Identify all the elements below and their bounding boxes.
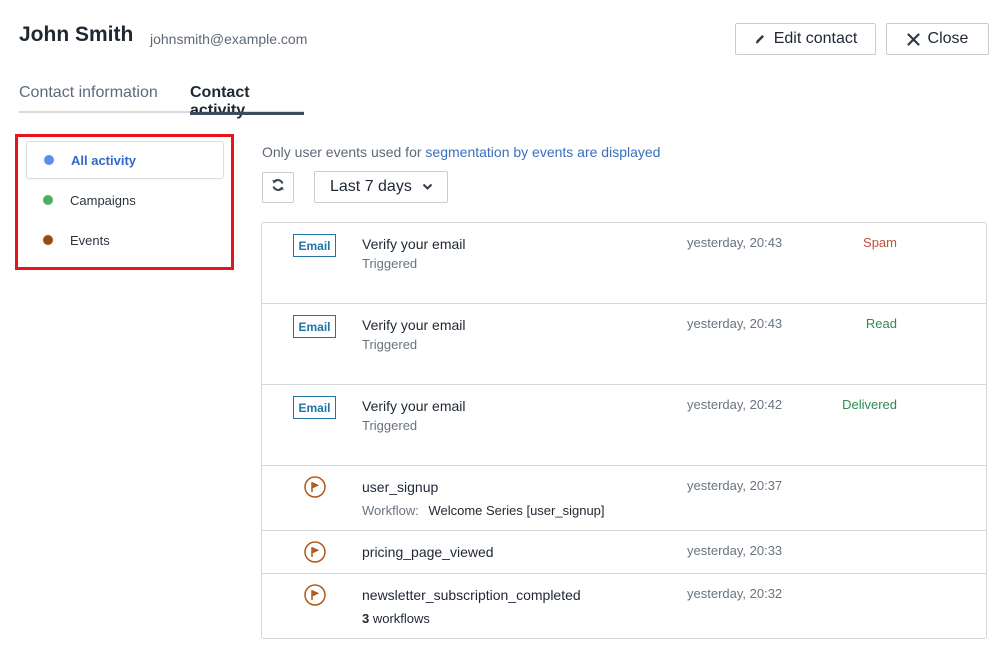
activity-subtitle: Triggered [362, 418, 418, 433]
pencil-icon [754, 33, 766, 45]
activity-row[interactable]: user_signup Workflow: Welcome Series [us… [262, 466, 986, 531]
activity-title: Verify your email [362, 236, 466, 252]
events-dot-icon [43, 235, 53, 245]
activity-title: Verify your email [362, 317, 466, 333]
refresh-button[interactable] [262, 172, 294, 203]
activity-row[interactable]: Email Verify your email Triggered yester… [262, 223, 986, 304]
activity-title: newsletter_subscription_completed [362, 587, 581, 603]
activity-time: yesterday, 20:43 [687, 316, 783, 331]
chevron-down-icon [422, 178, 433, 196]
activity-time: yesterday, 20:43 [687, 235, 783, 250]
edit-contact-label: Edit contact [773, 30, 858, 47]
events-notice: Only user events used for segmentation b… [262, 144, 660, 160]
tab-contact-information[interactable]: Contact information [19, 84, 158, 113]
filter-all-activity[interactable]: All activity [26, 141, 224, 179]
activity-time: yesterday, 20:37 [687, 478, 783, 493]
filter-label: Campaigns [70, 192, 136, 208]
filter-label: All activity [71, 152, 137, 168]
filter-label: Events [70, 232, 110, 248]
activity-time: yesterday, 20:33 [687, 543, 783, 558]
notice-text: Only user events used for [262, 144, 422, 160]
refresh-icon [271, 178, 285, 197]
email-badge: Email [293, 396, 336, 419]
activity-title: user_signup [362, 479, 439, 495]
close-label: Close [927, 30, 969, 47]
contact-name: John Smith [19, 23, 134, 46]
close-icon [906, 32, 920, 46]
status-badge: Delivered [842, 397, 897, 412]
campaigns-dot-icon [43, 195, 53, 205]
segmentation-link[interactable]: segmentation by events are displayed [425, 144, 660, 160]
activity-workflow: Workflow: Welcome Series [user_signup] [362, 503, 605, 518]
flag-icon [304, 584, 326, 606]
activity-title: Verify your email [362, 398, 466, 414]
activity-subtitle: Triggered [362, 256, 418, 271]
activity-row[interactable]: Email Verify your email Triggered yester… [262, 304, 986, 385]
activity-list: Email Verify your email Triggered yester… [261, 222, 987, 639]
edit-contact-button[interactable]: Edit contact [735, 23, 876, 55]
workflow-count: 3 [362, 611, 370, 626]
activity-time: yesterday, 20:42 [687, 397, 783, 412]
activity-filter-panel: All activity Campaigns Events [15, 134, 234, 270]
workflow-name[interactable]: Welcome Series [user_signup] [428, 503, 604, 518]
activity-title: pricing_page_viewed [362, 544, 494, 560]
activity-row[interactable]: newsletter_subscription_completed 3 work… [262, 574, 986, 638]
email-badge: Email [293, 234, 336, 257]
status-badge: Read [865, 316, 897, 331]
workflow-count-suffix: workflows [372, 611, 430, 626]
activity-workflow-count[interactable]: 3 workflows [362, 611, 430, 626]
activity-row[interactable]: Email Verify your email Triggered yester… [262, 385, 986, 466]
status-badge: Spam [863, 235, 897, 250]
filter-campaigns[interactable]: Campaigns [26, 181, 224, 219]
close-button[interactable]: Close [886, 23, 989, 55]
contact-email: johnsmith@example.com [150, 31, 308, 47]
date-range-value: Last 7 days [330, 178, 412, 195]
activity-row[interactable]: pricing_page_viewed yesterday, 20:33 [262, 531, 986, 574]
flag-icon [304, 476, 326, 498]
all-activity-dot-icon [44, 155, 54, 165]
activity-time: yesterday, 20:32 [687, 586, 783, 601]
contact-tabs: Contact information Contact activity [19, 84, 304, 119]
tab-contact-activity[interactable]: Contact activity [190, 84, 304, 119]
email-badge: Email [293, 315, 336, 338]
filter-events[interactable]: Events [26, 221, 224, 259]
flag-icon [304, 541, 326, 563]
activity-subtitle: Triggered [362, 337, 418, 352]
date-range-select[interactable]: Last 7 days [314, 171, 448, 203]
workflow-label: Workflow: [362, 503, 419, 518]
